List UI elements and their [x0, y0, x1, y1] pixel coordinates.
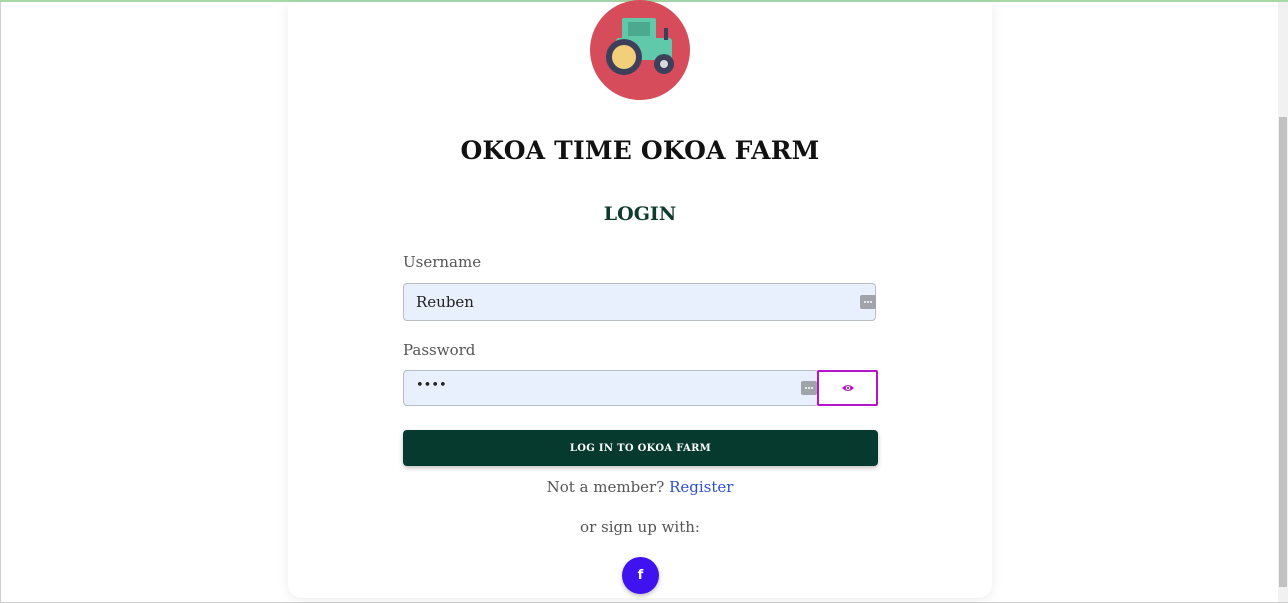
autofill-key-icon[interactable]	[860, 295, 876, 309]
password-value: ••••	[416, 378, 447, 393]
show-password-button[interactable]	[817, 370, 878, 406]
autofill-key-icon[interactable]	[801, 381, 817, 395]
username-input[interactable]: Reuben	[403, 283, 876, 321]
eye-icon	[841, 385, 854, 391]
tractor-icon	[590, 0, 690, 100]
login-heading: LOGIN	[603, 203, 677, 225]
username-label: Username	[403, 253, 482, 271]
register-link[interactable]: Register	[669, 478, 733, 496]
login-button[interactable]: LOG IN TO OKOA FARM	[403, 430, 878, 466]
password-input[interactable]: ••••	[403, 370, 819, 406]
password-label: Password	[403, 341, 476, 359]
social-prompt: or sign up with:	[580, 518, 700, 536]
member-prompt: Not a member?	[546, 478, 665, 496]
scrollbar-thumb[interactable]	[1279, 117, 1287, 587]
username-value: Reuben	[416, 293, 474, 311]
member-prompt-line: Not a member? Register	[288, 478, 992, 496]
facebook-button[interactable]: f	[622, 557, 659, 594]
brand-title: OKOA TIME OKOA FARM	[460, 136, 820, 165]
facebook-icon: f	[637, 568, 644, 583]
left-border	[0, 2, 1, 603]
scrollbar[interactable]	[1278, 2, 1288, 602]
